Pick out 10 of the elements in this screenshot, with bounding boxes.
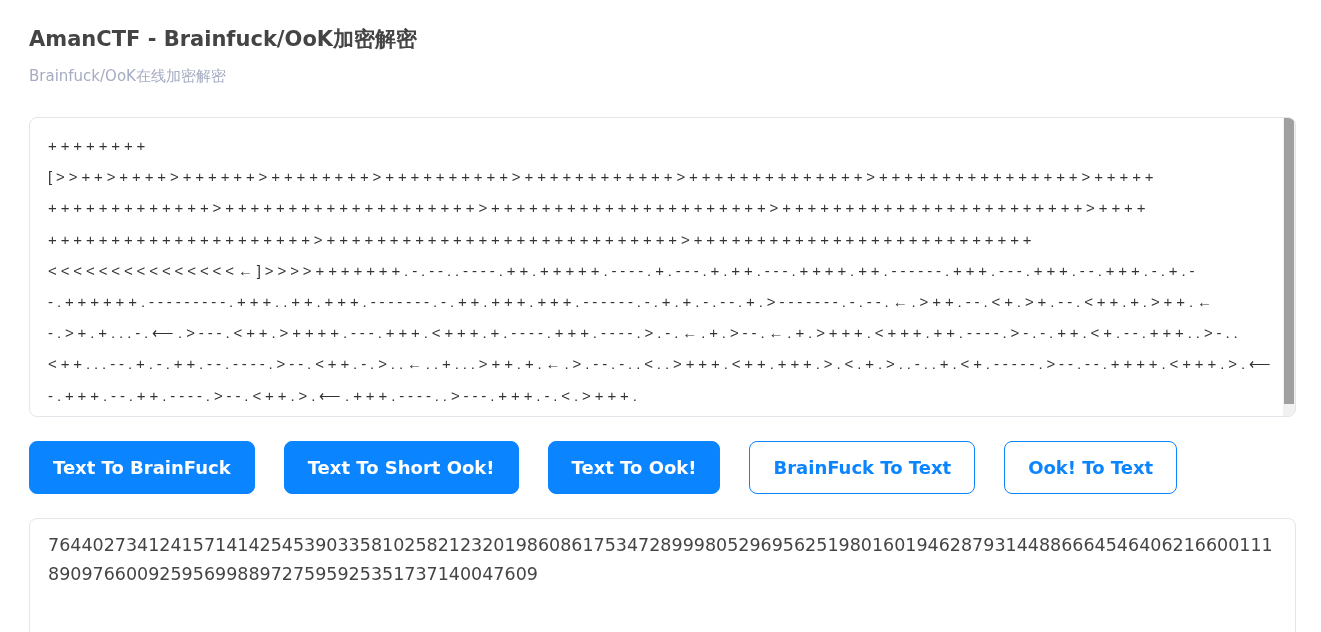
page-title: AmanCTF - Brainfuck/OoK加密解密	[29, 26, 419, 53]
convert-button[interactable]: Text To BrainFuck	[29, 441, 255, 494]
input-field[interactable]: ++++++++ [>>++>++++>++++++>++++++++>++++++++++>++++++++++++>++++++++++++++>++++++++++++++++>+++++ +++++++++++++>++++++++++++++++++++>++++++++++++++++++++++>++++++++++++++++++++++++>++++ +++++++++++++++++++++>++++++++++++++++++++++++++++>+++++++++++++++++++++++++++ <<<<<<<<<<<<<<<←]>>>>+++++++.-.--..----.++.+++++.----.+.---.+.++.---.++++.++.------.+++.---.+++.--.+++.-.+.- -.++++++.---------.+++..++.+++.-------.-.++.+++.+++.------.-.+.+.-.--.+.>-------.-.--.←.>++.--.<+.>+.--.<++.+.>++.← -.>+.+...-.⟵.>---.<++.>++++.---.+++.<+++.+.----.+++.----.>.-.←.+.>--.←.+.>+++.<+++.++.----.>-.-.++.<+.--.+++..>-.. <++...--.+.-.++.--.----.>--.<++.-.>..←..+...>++.+.←.>.--.-..<..>+++.<++.+++.>.<.+.>..-..+.<+.-----.>--.--.++++.<+++.>.⟵ -.+++.--.++.----.>--.<++.>.⟵.+++.----..>---.+++.-.<.>+++.	[29, 117, 1296, 417]
page-subtitle: Brainfuck/OoK在线加密解密	[29, 66, 227, 86]
convert-button[interactable]: Text To Short Ook!	[283, 441, 519, 494]
convert-button[interactable]: Ook! To Text	[1004, 441, 1178, 494]
convert-button[interactable]: BrainFuck To Text	[749, 441, 976, 494]
convert-button[interactable]: Text To Ook!	[547, 441, 721, 494]
scrollbar[interactable]	[1283, 118, 1295, 416]
output-field[interactable]: 7644027341241571414254539033581025821232019860861753472899980529695625198016019462879314488666454640621660011189097660092595699889727595925351737140047609	[29, 518, 1296, 632]
